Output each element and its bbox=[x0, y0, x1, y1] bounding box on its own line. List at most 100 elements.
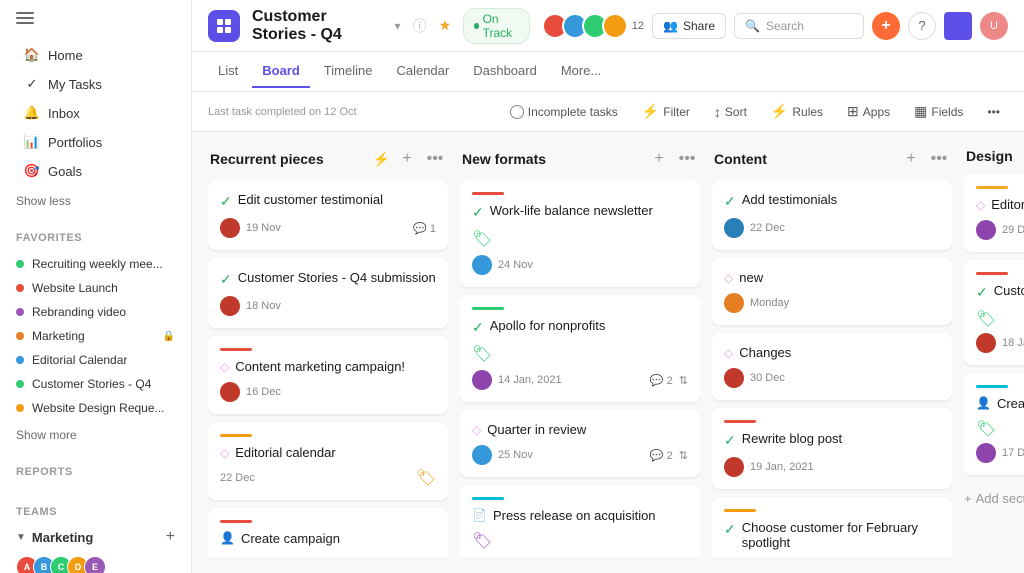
sidebar-item-my-tasks[interactable]: ✓ My Tasks bbox=[8, 70, 183, 98]
sidebar-item-home[interactable]: 🏠 Home bbox=[8, 41, 183, 69]
check-icon: ✓ bbox=[724, 193, 736, 210]
add-column-button[interactable]: +Add section bbox=[964, 483, 1024, 514]
incomplete-icon bbox=[510, 105, 524, 119]
card-title-text: Customer spo... bbox=[994, 283, 1024, 298]
tag-icon: 🏷 bbox=[472, 533, 492, 550]
sort-button[interactable]: ↕ Sort bbox=[706, 100, 755, 124]
card[interactable]: ✓ Rewrite blog post 19 Jan, 2021 bbox=[712, 408, 952, 489]
fav-item-1[interactable]: Website Launch bbox=[0, 276, 191, 300]
search-box[interactable]: 🔍 Search bbox=[734, 13, 864, 39]
diamond-icon: ◇ bbox=[724, 271, 733, 285]
column-add-button-content[interactable]: + bbox=[900, 148, 922, 170]
column-more-button-recurrent[interactable]: ••• bbox=[424, 148, 446, 170]
sidebar-item-portfolios[interactable]: 📊 Portfolios bbox=[8, 128, 183, 156]
card[interactable]: ◇ Content marketing campaign! 16 Dec bbox=[208, 336, 448, 414]
card[interactable]: ◇ Changes 30 Dec bbox=[712, 333, 952, 400]
fav-item-2[interactable]: Rebranding video bbox=[0, 300, 191, 324]
card-title-text: Choose customer for February spotlight bbox=[742, 520, 940, 550]
rules-icon: ⚡ bbox=[771, 103, 788, 120]
column-title-recurrent: Recurrent pieces bbox=[210, 151, 367, 167]
member-avatars: 12 bbox=[542, 13, 644, 39]
card[interactable]: ✓ Edit customer testimonial 19 Nov 💬 1 bbox=[208, 180, 448, 250]
info-icon[interactable]: ⓘ bbox=[413, 16, 427, 36]
fav-label-5: Customer Stories - Q4 bbox=[32, 377, 151, 391]
column-add-button-recurrent[interactable]: + bbox=[396, 148, 418, 170]
card-date: 19 Jan, 2021 bbox=[750, 461, 940, 473]
card-title-text: Customer Stories - Q4 submission bbox=[238, 270, 436, 285]
fields-icon: ▦ bbox=[914, 103, 927, 120]
menu-icon[interactable] bbox=[16, 12, 34, 24]
card[interactable]: ◇ new Monday bbox=[712, 258, 952, 325]
fav-item-6[interactable]: Website Design Reque... bbox=[0, 396, 191, 420]
dropdown-arrow-icon[interactable]: ▾ bbox=[395, 19, 401, 33]
card[interactable]: ◇ Editorial cale... 29 Dec bbox=[964, 174, 1024, 252]
topbar: Customer Stories - Q4 ▾ ⓘ ★ On Track 12 … bbox=[192, 0, 1024, 52]
column-more-button-new-formats[interactable]: ••• bbox=[676, 148, 698, 170]
show-more-button[interactable]: Show more bbox=[0, 424, 191, 450]
check-icon: ✓ bbox=[976, 284, 988, 301]
tab-list[interactable]: List bbox=[208, 55, 248, 88]
card[interactable]: ◇ Editorial calendar 22 Dec 🏷 bbox=[208, 422, 448, 500]
tab-more[interactable]: More... bbox=[551, 55, 611, 88]
sidebar-inbox-label: Inbox bbox=[48, 106, 80, 121]
sidebar: 🏠 Home ✓ My Tasks 🔔 Inbox 📊 Portfolios 🎯… bbox=[0, 0, 192, 573]
more-options-button[interactable]: ••• bbox=[979, 101, 1008, 123]
target-icon: 🎯 bbox=[24, 163, 40, 179]
apps-button[interactable]: ⊞ Apps bbox=[839, 99, 898, 124]
add-button[interactable]: + bbox=[872, 12, 900, 40]
sidebar-item-inbox[interactable]: 🔔 Inbox bbox=[8, 99, 183, 127]
card[interactable]: ✓ Choose customer for February spotlight… bbox=[712, 497, 952, 557]
column-content: Content + ••• ✓ Add testimonials 22 Dec bbox=[712, 148, 952, 557]
sidebar-goals-label: Goals bbox=[48, 164, 82, 179]
apps-label: Apps bbox=[863, 105, 890, 119]
favorites-section-label: Favorites bbox=[0, 224, 191, 248]
priority-bar bbox=[220, 434, 252, 437]
priority-bar bbox=[472, 192, 504, 195]
tag-icon: 🏷 bbox=[472, 231, 492, 248]
fields-button[interactable]: ▦ Fields bbox=[906, 99, 971, 124]
card[interactable]: 👤 Create campaign bbox=[208, 508, 448, 557]
column-more-button-content[interactable]: ••• bbox=[928, 148, 950, 170]
avatar bbox=[976, 443, 996, 463]
incomplete-tasks-button[interactable]: Incomplete tasks bbox=[502, 101, 626, 123]
last-task-text: Last task completed on 12 Oct bbox=[208, 106, 357, 118]
tab-timeline[interactable]: Timeline bbox=[314, 55, 383, 88]
card[interactable]: ✓ Customer spo... 🏷 18 Jan, 2021 bbox=[964, 260, 1024, 365]
fav-item-3[interactable]: Marketing 🔒 bbox=[0, 324, 191, 348]
column-header-new-formats: New formats + ••• bbox=[460, 148, 700, 170]
user-avatar[interactable]: U bbox=[980, 12, 1008, 40]
card[interactable]: 👤 Create new in... 🏷 17 Dec bbox=[964, 373, 1024, 475]
fields-label: Fields bbox=[931, 105, 963, 119]
search-icon: 🔍 bbox=[745, 19, 760, 33]
card[interactable]: ✓ Customer Stories - Q4 submission 18 No… bbox=[208, 258, 448, 328]
tab-board[interactable]: Board bbox=[252, 55, 310, 88]
filter-button[interactable]: ⚡ Filter bbox=[634, 99, 698, 124]
fav-dot-1 bbox=[16, 284, 24, 292]
rules-button[interactable]: ⚡ Rules bbox=[763, 99, 831, 124]
column-add-button-new-formats[interactable]: + bbox=[648, 148, 670, 170]
card-date: 24 Nov bbox=[498, 259, 688, 271]
help-button[interactable]: ? bbox=[908, 12, 936, 40]
card[interactable]: ✓ Work-life balance newsletter 🏷 24 Nov bbox=[460, 180, 700, 287]
team-marketing-header[interactable]: ▼ Marketing + bbox=[0, 522, 191, 552]
card[interactable]: 📄 Press release on acquisition 🏷 23 Dec … bbox=[460, 485, 700, 557]
card-title-text: Add testimonials bbox=[742, 192, 837, 207]
share-button[interactable]: 👥 Share bbox=[652, 13, 726, 39]
fav-dot-4 bbox=[16, 356, 24, 364]
show-less-button[interactable]: Show less bbox=[0, 190, 191, 216]
topbar-right: 12 👥 Share 🔍 Search + ? U bbox=[542, 12, 1008, 40]
card[interactable]: ✓ Add testimonials 22 Dec bbox=[712, 180, 952, 250]
fav-item-5[interactable]: Customer Stories - Q4 bbox=[0, 372, 191, 396]
card[interactable]: ✓ Apollo for nonprofits 🏷 14 Jan, 2021 💬… bbox=[460, 295, 700, 402]
sidebar-item-goals[interactable]: 🎯 Goals bbox=[8, 157, 183, 185]
tab-dashboard[interactable]: Dashboard bbox=[463, 55, 547, 88]
tab-calendar[interactable]: Calendar bbox=[386, 55, 459, 88]
star-icon[interactable]: ★ bbox=[439, 17, 452, 34]
card[interactable]: ◇ Quarter in review 25 Nov 💬 2 ⇅ bbox=[460, 410, 700, 477]
team-avatars: A B C D E bbox=[0, 552, 191, 573]
fav-item-4[interactable]: Editorial Calendar bbox=[0, 348, 191, 372]
fav-item-0[interactable]: Recruiting weekly mee... bbox=[0, 252, 191, 276]
reports-section-label: Reports bbox=[0, 458, 191, 482]
team-add-button[interactable]: + bbox=[166, 528, 175, 546]
sidebar-mytasks-label: My Tasks bbox=[48, 77, 102, 92]
